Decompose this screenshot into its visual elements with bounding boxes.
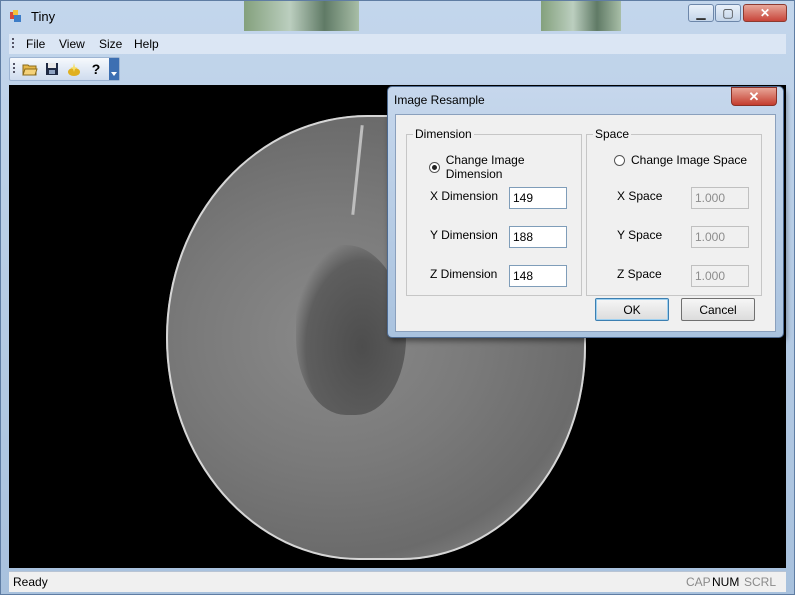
- dimension-group: Dimension Change Image Dimension X Dimen…: [406, 127, 582, 296]
- cap-indicator: CAP: [686, 575, 711, 589]
- dialog-close-button[interactable]: ✕: [731, 87, 777, 106]
- midline-fissure: [351, 125, 364, 215]
- x-dimension-label: X Dimension: [430, 189, 499, 203]
- help-icon: ?: [91, 61, 101, 77]
- x-dimension-input[interactable]: [509, 187, 567, 209]
- z-dimension-label: Z Dimension: [430, 267, 498, 281]
- close-button[interactable]: ✕: [743, 4, 787, 22]
- z-dimension-input[interactable]: [509, 265, 567, 287]
- menu-size[interactable]: Size: [99, 37, 122, 51]
- y-space-input[interactable]: [691, 226, 749, 248]
- change-space-label: Change Image Space: [631, 153, 748, 167]
- x-space-input[interactable]: [691, 187, 749, 209]
- num-indicator: NUM: [712, 575, 740, 589]
- toolbar-grip-icon[interactable]: [13, 63, 15, 75]
- scrl-indicator: SCRL: [744, 575, 777, 589]
- desktop-background-strip: [244, 1, 359, 31]
- minimize-button[interactable]: ▁: [688, 4, 714, 22]
- dialog-title: Image Resample: [394, 93, 485, 107]
- space-group: Space Change Image Space X Space Y Space…: [586, 127, 762, 296]
- save-button[interactable]: [42, 60, 62, 78]
- image-resample-dialog: Image Resample ✕ Dimension Change Image …: [387, 86, 784, 338]
- app-icon: [10, 10, 21, 22]
- x-space-label: X Space: [617, 189, 663, 203]
- toolbar: ?: [9, 57, 120, 81]
- desktop-background-strip: [541, 1, 621, 31]
- dialog-body: Dimension Change Image Dimension X Dimen…: [395, 114, 776, 332]
- minimize-icon: ▁: [696, 6, 706, 20]
- y-dimension-label: Y Dimension: [430, 228, 498, 242]
- dimension-caption: Dimension: [413, 127, 474, 141]
- y-dimension-input[interactable]: [509, 226, 567, 248]
- menu-grip-icon[interactable]: [12, 38, 14, 50]
- close-icon: ✕: [759, 6, 771, 20]
- open-folder-icon: [22, 64, 38, 76]
- status-text: Ready: [13, 575, 48, 589]
- z-space-input[interactable]: [691, 265, 749, 287]
- toolbar-overflow-icon[interactable]: [109, 58, 119, 80]
- menu-bar: File View Size Help: [9, 34, 786, 54]
- wizard-icon: [68, 63, 80, 76]
- y-space-label: Y Space: [617, 228, 663, 242]
- ok-button[interactable]: OK: [595, 298, 669, 321]
- close-icon: ✕: [748, 88, 760, 104]
- menu-file[interactable]: File: [26, 37, 45, 51]
- space-caption: Space: [593, 127, 632, 141]
- wizard-button[interactable]: [64, 60, 84, 78]
- change-space-radio-row[interactable]: Change Image Space: [614, 153, 747, 167]
- window-title: Tiny: [31, 9, 56, 24]
- change-space-radio[interactable]: [614, 154, 625, 166]
- maximize-icon: ▢: [722, 6, 734, 20]
- save-icon: [46, 63, 58, 75]
- menu-view[interactable]: View: [59, 37, 85, 51]
- status-bar: Ready CAP NUM SCRL: [9, 571, 786, 592]
- cancel-button[interactable]: Cancel: [681, 298, 755, 321]
- help-button[interactable]: ?: [86, 60, 106, 78]
- change-dimension-radio-row[interactable]: Change Image Dimension: [429, 153, 581, 181]
- title-bar: Tiny ▁ ▢ ✕: [1, 1, 794, 31]
- change-dimension-label: Change Image Dimension: [445, 153, 525, 181]
- change-dimension-radio[interactable]: [429, 161, 440, 173]
- maximize-button[interactable]: ▢: [715, 4, 741, 22]
- open-button[interactable]: [20, 60, 40, 78]
- menu-help[interactable]: Help: [134, 37, 159, 51]
- z-space-label: Z Space: [617, 267, 662, 281]
